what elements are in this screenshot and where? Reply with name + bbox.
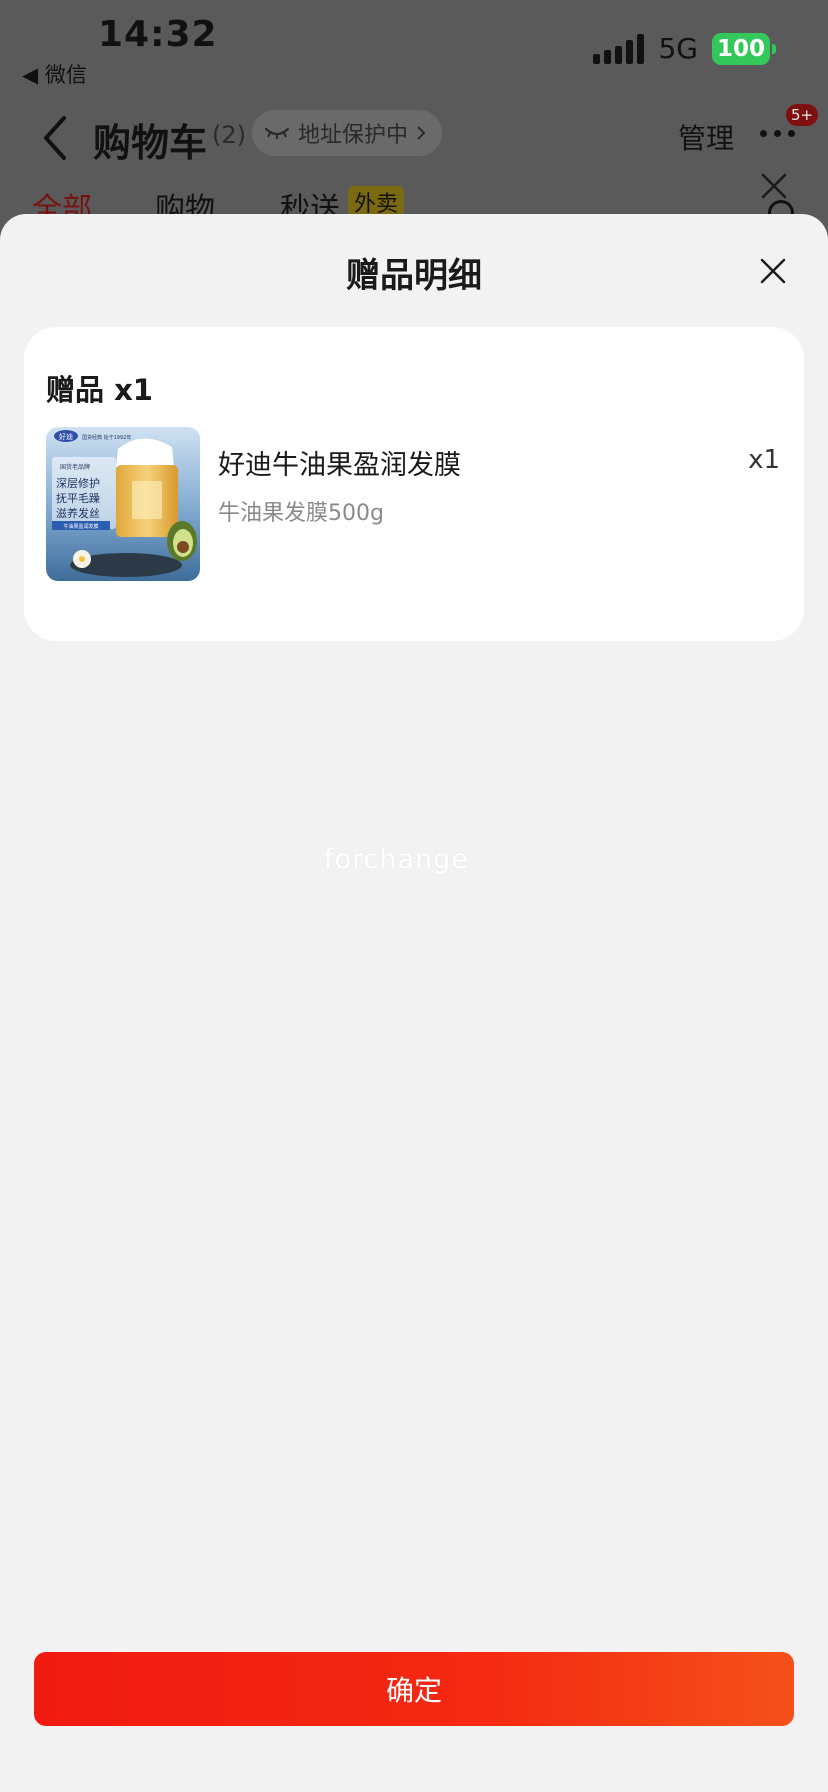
gift-product-spec: 牛油果发膜500g bbox=[218, 501, 384, 526]
image-tagline-text: 国货经典 始于1992年 bbox=[82, 434, 131, 441]
image-line-2: 抚平毛躁 bbox=[56, 491, 100, 505]
signal-icon bbox=[593, 33, 645, 64]
back-chevron-icon[interactable] bbox=[38, 112, 74, 164]
message-badge: 5+ bbox=[786, 104, 819, 126]
image-line-3: 滋养发丝 bbox=[56, 506, 100, 520]
address-pill-label: 地址保护中 bbox=[298, 123, 409, 148]
network-label: 5G bbox=[658, 32, 698, 65]
cart-count: (2) bbox=[212, 121, 246, 149]
more-icon[interactable] bbox=[760, 130, 795, 137]
gift-detail-sheet: 赠品明细 赠品 x1 好迪 国货经典 始于1992年 国货老品牌 深层修护 抚平… bbox=[0, 214, 828, 1792]
cart-header: 购物车 (2) 地址保护中 管理 5+ bbox=[0, 90, 828, 190]
sheet-close-icon[interactable] bbox=[760, 258, 786, 284]
product-image[interactable]: 好迪 国货经典 始于1992年 国货老品牌 深层修护 抚平毛躁 滋养发丝 牛油果… bbox=[46, 427, 200, 581]
image-tag-text: 国货老品牌 bbox=[60, 463, 90, 471]
address-protection-pill[interactable]: 地址保护中 bbox=[252, 110, 443, 156]
sheet-title: 赠品明细 bbox=[346, 256, 482, 296]
confirm-button[interactable]: 确定 bbox=[34, 1652, 794, 1726]
manage-button[interactable]: 管理 bbox=[678, 117, 734, 157]
gift-heading: 赠品 x1 bbox=[46, 373, 153, 407]
chevron-right-icon bbox=[417, 126, 426, 140]
battery-level: 100 bbox=[716, 35, 765, 62]
status-time: 14:32 bbox=[98, 14, 218, 55]
gift-quantity: x1 bbox=[748, 445, 780, 475]
image-brand-text: 好迪 bbox=[59, 432, 73, 441]
status-bar: 14:32 ◀ 微信 5G 100 bbox=[0, 0, 828, 90]
watermark: forchange bbox=[324, 844, 469, 875]
cart-title: 购物车 bbox=[93, 121, 208, 165]
gift-product-name[interactable]: 好迪牛油果盈润发膜 bbox=[218, 443, 461, 482]
image-strip-text: 牛油果盈润发膜 bbox=[63, 523, 98, 530]
back-to-wechat-link[interactable]: ◀ 微信 bbox=[22, 59, 87, 89]
close-icon[interactable] bbox=[760, 172, 788, 200]
image-line-1: 深层修护 bbox=[56, 476, 100, 490]
battery-icon: 100 bbox=[712, 32, 776, 65]
status-indicators: 5G 100 bbox=[593, 32, 776, 65]
takeout-badge: 外卖 bbox=[348, 186, 405, 217]
eye-closed-icon bbox=[264, 127, 290, 139]
gift-card: 赠品 x1 好迪 国货经典 始于1992年 国货老品牌 深层修护 抚平毛躁 滋养… bbox=[24, 327, 804, 641]
